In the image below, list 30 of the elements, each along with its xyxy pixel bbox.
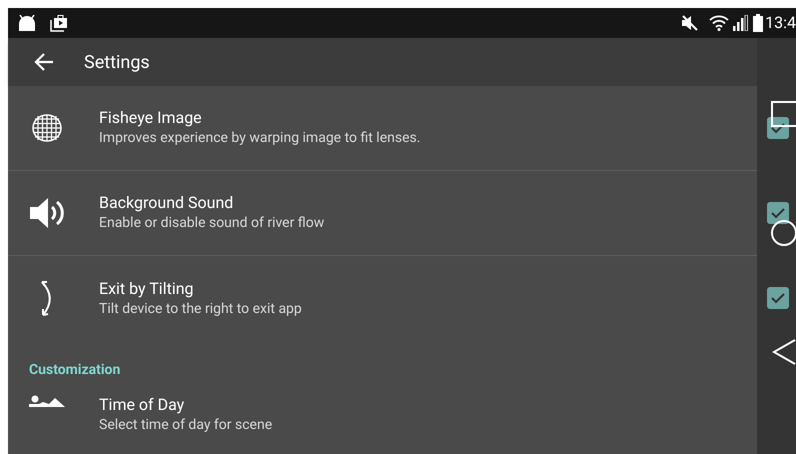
preference-title: Fisheye Image [99, 108, 203, 128]
check-icon [771, 122, 785, 134]
recents-icon[interactable] [771, 101, 796, 127]
home-icon[interactable] [771, 220, 796, 246]
preference-title: Background Sound [99, 193, 234, 213]
check-icon [771, 292, 785, 304]
preference-summary: Tilt device to the right to exit app [99, 300, 302, 318]
preference-summary: Improves experience by warping image to fit lenses. [99, 129, 420, 148]
check-icon [771, 207, 785, 219]
battery-icon [753, 14, 764, 32]
preference-summary: Enable or disable sound of river flow [99, 214, 324, 233]
landscape-icon [28, 395, 64, 409]
grid-globe-icon [32, 113, 62, 143]
media-icon [50, 14, 68, 32]
android-icon [18, 15, 36, 31]
signal-icon [733, 15, 750, 31]
wifi-icon [709, 15, 730, 31]
back-arrow-icon [34, 53, 54, 71]
speaker-icon [28, 197, 64, 229]
clock: 13:4 [765, 12, 796, 34]
checkbox[interactable] [767, 287, 789, 309]
preference-title: Time of Day [99, 395, 186, 415]
toolbar-title: Settings [84, 50, 150, 74]
checkbox[interactable] [767, 202, 789, 224]
section-header: Customization [29, 361, 120, 380]
preference-row[interactable]: Time of Day Select time of day for scene [8, 393, 757, 454]
mute-icon [681, 15, 700, 31]
preference-summary: Select time of day for scene [99, 416, 272, 435]
back-nav-icon[interactable] [772, 338, 796, 366]
preference-title: Exit by Tilting [99, 278, 195, 298]
